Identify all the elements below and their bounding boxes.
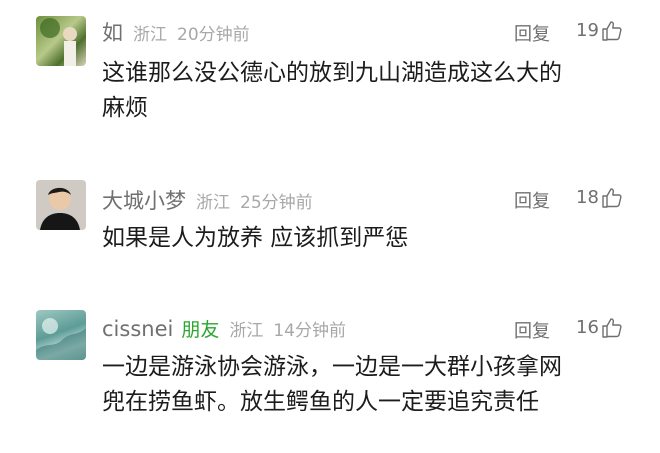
comment-author[interactable]: 如 <box>102 21 123 45</box>
comment-time: 25分钟前 <box>240 193 313 213</box>
like-count: 18 <box>576 187 599 208</box>
comment-location: 浙江 <box>229 321 264 341</box>
avatar[interactable] <box>36 180 86 230</box>
reply-button[interactable]: 回复 <box>514 20 550 46</box>
avatar[interactable] <box>36 16 86 66</box>
avatar[interactable] <box>36 310 86 360</box>
comment-text: 这谁那么没公德心的放到九山湖造成这么大的 麻烦 <box>102 56 642 126</box>
thumb-up-icon[interactable] <box>600 316 624 340</box>
comment-time: 20分钟前 <box>177 25 250 45</box>
comment-author[interactable]: 大城小梦 <box>102 189 186 213</box>
avatar-image <box>36 318 86 360</box>
comment-text-line: 这谁那么没公德心的放到九山湖造成这么大的 <box>102 60 562 86</box>
comment-author-row: cissnei 朋友 浙江 14分钟前 <box>102 315 346 342</box>
comment-text: 一边是游泳协会游泳，一边是一大群小孩拿网 兜在捞鱼虾。放生鳄鱼的人一定要追究责任 <box>102 350 642 420</box>
thumb-up-icon[interactable] <box>600 19 624 43</box>
comment-location: 浙江 <box>196 193 230 213</box>
comment-text-line: 如果是人为放养 应该抓到严惩 <box>102 225 409 251</box>
reply-button[interactable]: 回复 <box>514 317 550 343</box>
like-count: 19 <box>576 20 599 41</box>
comment-text: 如果是人为放养 应该抓到严惩 <box>102 221 642 256</box>
reply-button[interactable]: 回复 <box>514 187 550 213</box>
comment-time: 14分钟前 <box>273 321 346 341</box>
comment-text-line: 麻烦 <box>102 95 148 121</box>
comment-author-row: 大城小梦 浙江 25分钟前 <box>102 185 313 215</box>
avatar-image <box>36 180 86 230</box>
thumb-up-icon[interactable] <box>600 186 624 210</box>
comment-author-row: 如浙江 20分钟前 <box>102 17 250 47</box>
comment-author[interactable]: cissnei <box>102 317 173 341</box>
comment-text-line: 一边是游泳协会游泳，一边是一大群小孩拿网 <box>102 354 562 380</box>
comment-text-line: 兜在捞鱼虾。放生鳄鱼的人一定要追究责任 <box>102 389 539 415</box>
like-count: 16 <box>576 317 599 338</box>
comment-location: 浙江 <box>133 25 167 45</box>
avatar-image <box>40 18 77 66</box>
friend-badge: 朋友 <box>181 319 220 341</box>
